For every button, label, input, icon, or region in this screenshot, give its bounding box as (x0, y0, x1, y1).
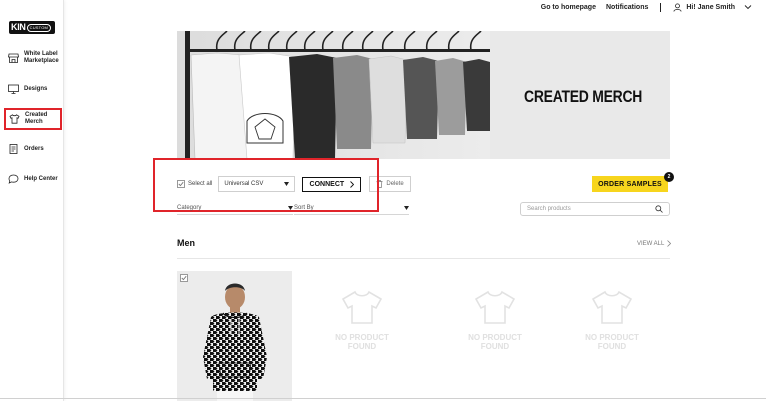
empty-product-slot: NO PRODUCT FOUND (322, 290, 402, 351)
export-format-value: Universal CSV (224, 181, 264, 187)
export-format-select[interactable]: Universal CSV (218, 176, 296, 192)
notifications-link[interactable]: Notifications (606, 4, 648, 11)
sidebar-item-label: White Label Marketplace (24, 51, 59, 64)
delete-button[interactable]: Delete (369, 176, 411, 192)
receipt-icon (9, 144, 18, 154)
empty-product-slot: NO PRODUCT FOUND (572, 290, 652, 351)
view-all-label: VIEW ALL (637, 240, 665, 247)
sidebar-item-created-merch[interactable]: Created Merch (4, 108, 62, 130)
houndstooth-hoodie-image (177, 271, 292, 401)
sidebar-item-label: Help Center (24, 175, 58, 182)
sort-by-select[interactable]: Sort By (294, 202, 409, 215)
tshirt-placeholder-icon (341, 290, 383, 324)
no-product-text: NO PRODUCT FOUND (468, 333, 522, 351)
product-card[interactable] (177, 271, 292, 401)
order-samples-count-badge: 2 (664, 172, 674, 182)
sidebar: KIN CUSTOM White Label Marketplace Desig… (0, 0, 64, 401)
select-all-label: Select all (188, 181, 213, 187)
chevron-right-icon (667, 240, 672, 247)
logo-subtext: CUSTOM (26, 23, 52, 32)
storefront-icon (8, 53, 19, 63)
connect-button[interactable]: CONNECT (302, 176, 362, 192)
checkmark-icon (178, 181, 184, 187)
empty-product-slot: NO PRODUCT FOUND (455, 290, 535, 351)
product-select-checkbox[interactable] (180, 274, 188, 282)
created-merch-banner: CREATED MERCH (177, 31, 670, 159)
user-menu[interactable]: Hi! Jane Smith (673, 2, 752, 12)
search-icon[interactable] (655, 205, 663, 213)
checkmark-icon (181, 275, 187, 281)
sidebar-item-help-center[interactable]: Help Center (5, 174, 61, 184)
merch-toolbar: Select all Universal CSV CONNECT Delete (177, 176, 411, 192)
delete-label: Delete (386, 181, 404, 187)
section-divider (177, 258, 670, 259)
tshirt-placeholder-icon (474, 290, 516, 324)
no-product-text: NO PRODUCT FOUND (335, 333, 389, 351)
monitor-icon (8, 84, 19, 94)
chevron-right-icon (350, 180, 355, 188)
order-samples-button[interactable]: ORDER SAMPLES (592, 176, 668, 192)
top-bar: Go to homepage Notifications Hi! Jane Sm… (64, 0, 766, 14)
caret-down-icon (288, 206, 293, 210)
clothing-rack-image (177, 31, 490, 159)
sidebar-item-label: Designs (24, 85, 48, 92)
category-filter-label: Category (177, 205, 202, 211)
sidebar-item-orders[interactable]: Orders (5, 144, 61, 154)
section-title-men: Men (177, 238, 195, 248)
chevron-down-icon (744, 5, 752, 10)
kin-custom-logo[interactable]: KIN CUSTOM (9, 21, 55, 34)
page-bottom-border (0, 398, 766, 399)
caret-down-icon (404, 206, 409, 210)
search-placeholder: Search products (527, 206, 571, 212)
user-greeting: Hi! Jane Smith (686, 3, 735, 11)
banner-title: CREATED MERCH (524, 87, 643, 106)
sidebar-item-label: Orders (24, 145, 44, 152)
sidebar-item-label: Created Merch (25, 112, 48, 125)
sort-by-label: Sort By (294, 205, 314, 211)
no-product-text: NO PRODUCT FOUND (585, 333, 639, 351)
search-input[interactable]: Search products (520, 202, 670, 216)
user-icon (673, 2, 682, 12)
go-to-homepage-link[interactable]: Go to homepage (541, 4, 596, 11)
category-filter-select[interactable]: Category (177, 202, 293, 215)
connect-label: CONNECT (309, 180, 345, 188)
logo-text: KIN (11, 22, 26, 32)
tshirt-icon (9, 114, 20, 124)
order-samples-label: ORDER SAMPLES (598, 180, 662, 188)
select-all-control[interactable]: Select all (177, 180, 212, 188)
trash-icon (376, 180, 383, 188)
sidebar-item-designs[interactable]: Designs (5, 84, 61, 94)
select-all-checkbox[interactable] (177, 180, 185, 188)
caret-down-icon (284, 182, 290, 186)
chat-icon (8, 174, 19, 184)
sidebar-item-white-label-marketplace[interactable]: White Label Marketplace (5, 51, 61, 65)
view-all-link[interactable]: VIEW ALL (637, 240, 672, 247)
tshirt-placeholder-icon (591, 290, 633, 324)
top-bar-divider (660, 2, 662, 12)
